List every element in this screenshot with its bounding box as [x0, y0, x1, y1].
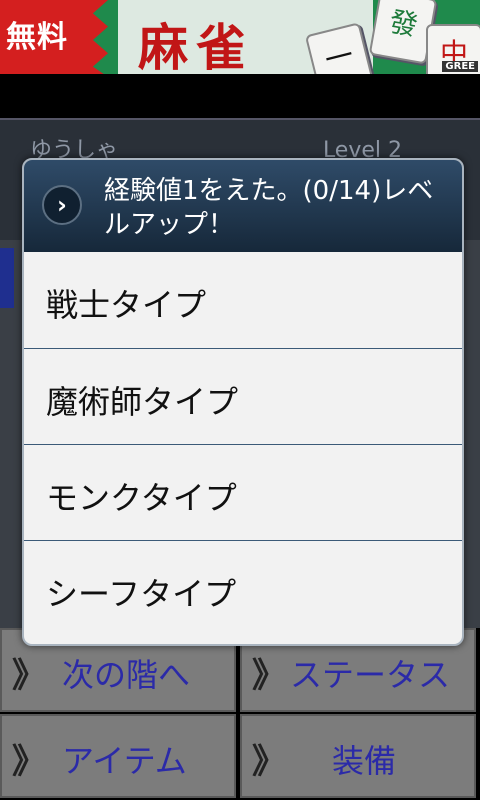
- option-monk[interactable]: モンクタイプ: [24, 444, 462, 540]
- level-up-dialog: › 経験値1をえた。(0/14)レベルアップ！ 戦士タイプ 魔術師タイプ モンク…: [22, 158, 464, 646]
- option-label: 戦士タイプ: [46, 286, 207, 324]
- chevron-right-icon: ›: [42, 185, 82, 225]
- next-floor-label: 次の階へ: [62, 656, 191, 694]
- dialog-header: › 経験値1をえた。(0/14)レベルアップ！: [24, 160, 462, 252]
- free-label: 無料: [6, 20, 68, 55]
- double-chevron-icon: 》: [252, 656, 286, 696]
- equipment-label: 装備: [332, 742, 397, 780]
- double-chevron-icon: 》: [12, 742, 46, 782]
- gree-logo: GREE: [442, 61, 478, 72]
- equipment-button[interactable]: 》 装備: [240, 714, 476, 798]
- option-label: シーフタイプ: [46, 575, 237, 613]
- option-warrior[interactable]: 戦士タイプ: [24, 252, 462, 348]
- option-label: モンクタイプ: [46, 479, 237, 517]
- item-button[interactable]: 》 アイテム: [0, 714, 236, 798]
- game-side-marker: [0, 248, 14, 308]
- option-mage[interactable]: 魔術師タイプ: [24, 348, 462, 444]
- top-banner[interactable]: 無料 麻雀 一 發 中 GREE: [0, 0, 480, 74]
- status-label: ステータス: [290, 656, 451, 694]
- item-label: アイテム: [62, 742, 187, 780]
- dialog-title: 経験値1をえた。(0/14)レベルアップ！: [104, 176, 434, 240]
- double-chevron-icon: 》: [12, 656, 46, 696]
- double-chevron-icon: 》: [252, 742, 286, 782]
- option-label: 魔術師タイプ: [46, 383, 239, 421]
- banner-title: 麻雀: [138, 18, 254, 74]
- option-thief[interactable]: シーフタイプ: [24, 540, 462, 636]
